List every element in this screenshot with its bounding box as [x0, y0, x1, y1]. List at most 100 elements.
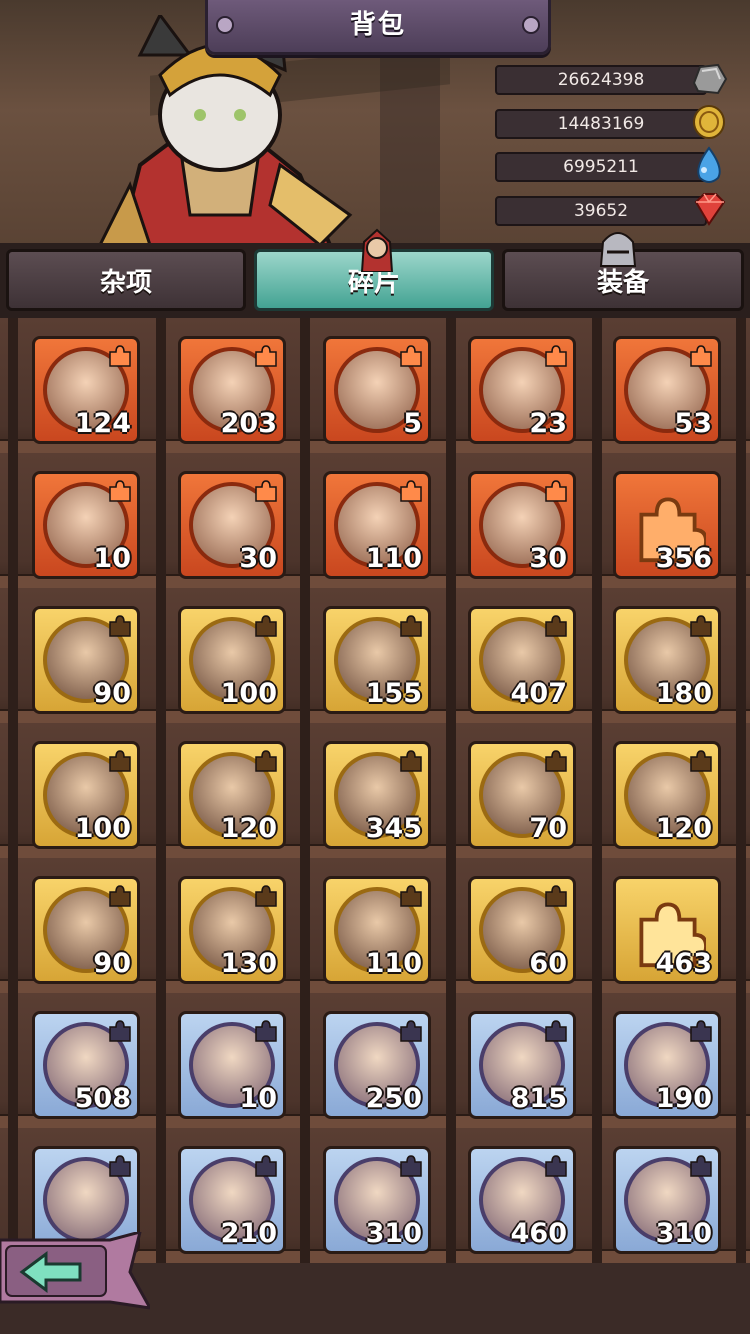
hero-fragment-slot[interactable]: 30 — [468, 471, 576, 579]
puzzle-piece-icon — [545, 1020, 567, 1042]
fragment-count: 180 — [655, 678, 712, 709]
hero-fragment-slot[interactable]: 180 — [613, 606, 721, 714]
shelf-post — [8, 453, 18, 588]
hero-fragment-icon — [360, 228, 394, 272]
shelf-post — [300, 318, 310, 453]
hero-fragment-slot[interactable]: 23 — [468, 336, 576, 444]
shelf-post — [736, 723, 746, 858]
fragment-count: 130 — [220, 948, 277, 979]
shelf-post — [8, 318, 18, 453]
fragment-count: 407 — [510, 678, 567, 709]
fragment-count: 110 — [365, 948, 422, 979]
hero-fragment-slot[interactable]: 130 — [178, 876, 286, 984]
tab-equipment[interactable]: 装备 — [502, 232, 744, 311]
banner-bolt — [522, 16, 540, 34]
shelf-post — [8, 588, 18, 723]
shelf-post — [446, 1128, 456, 1263]
fragment-count: 155 — [365, 678, 422, 709]
shelf-post — [156, 858, 166, 993]
puzzle-piece-icon — [109, 615, 131, 637]
page-title: 背包 — [349, 10, 406, 40]
hero-fragment-slot[interactable]: 345 — [323, 741, 431, 849]
fragment-count: 10 — [93, 543, 131, 574]
hero-fragment-slot[interactable]: 70 — [468, 741, 576, 849]
hero-fragment-slot[interactable]: 250 — [323, 1011, 431, 1119]
currency-value: 6995211 — [495, 152, 707, 182]
puzzle-piece-icon — [545, 885, 567, 907]
puzzle-piece-icon — [690, 345, 712, 367]
hero-fragment-slot[interactable]: 310 — [613, 1146, 721, 1254]
shelf-post — [592, 993, 602, 1128]
shelf-post — [446, 318, 456, 453]
tab-misc[interactable]: 杂项 — [6, 249, 246, 311]
fragment-count: 310 — [655, 1218, 712, 1249]
hero-fragment-slot[interactable]: 310 — [323, 1146, 431, 1254]
currency-gold: 14483169 — [495, 105, 730, 139]
fragment-grid: 124 203 5 23 53 10 30 110 30 356 90 100 155 407 180 100… — [0, 318, 750, 1334]
hero-fragment-slot[interactable]: 100 — [32, 741, 140, 849]
shelf-post — [592, 588, 602, 723]
fragment-count: 100 — [74, 813, 131, 844]
hero-fragment-slot[interactable]: 5 — [323, 336, 431, 444]
shelf-row: 124 203 5 23 53 — [0, 318, 750, 453]
hero-fragment-slot[interactable]: 60 — [468, 876, 576, 984]
hero-fragment-slot[interactable]: 815 — [468, 1011, 576, 1119]
generic-fragment-slot[interactable]: 463 — [613, 876, 721, 984]
hero-fragment-slot[interactable]: 210 — [178, 1146, 286, 1254]
hero-fragment-slot[interactable]: 30 — [178, 471, 286, 579]
shelf-post — [156, 993, 166, 1128]
shelf-post — [736, 993, 746, 1128]
fragment-count: 120 — [655, 813, 712, 844]
shelf-post — [8, 993, 18, 1128]
hero-fragment-slot[interactable]: 110 — [323, 471, 431, 579]
puzzle-piece-icon — [690, 1155, 712, 1177]
fragment-count: 310 — [365, 1218, 422, 1249]
shelf-post — [446, 723, 456, 858]
hero-fragment-slot[interactable]: 460 — [468, 1146, 576, 1254]
shelf-post — [736, 1128, 746, 1263]
hero-fragment-slot[interactable]: 120 — [613, 741, 721, 849]
shelf-post — [300, 993, 310, 1128]
shelf-row: 508 10 250 815 190 — [0, 993, 750, 1128]
generic-fragment-slot[interactable]: 356 — [613, 471, 721, 579]
back-button[interactable] — [0, 1232, 150, 1312]
fragment-count: 210 — [220, 1218, 277, 1249]
tab-fragments[interactable]: 碎片 — [254, 228, 494, 311]
hero-fragment-slot[interactable]: 100 — [178, 606, 286, 714]
puzzle-piece-icon — [400, 615, 422, 637]
puzzle-piece-icon — [255, 345, 277, 367]
puzzle-piece-icon — [545, 1155, 567, 1177]
fragment-count: 110 — [365, 543, 422, 574]
hero-fragment-slot[interactable]: 90 — [32, 606, 140, 714]
puzzle-piece-icon — [545, 750, 567, 772]
hero-fragment-slot[interactable]: 508 — [32, 1011, 140, 1119]
fragment-count: 10 — [239, 1083, 277, 1114]
fragment-count: 90 — [93, 678, 131, 709]
fragment-count: 5 — [403, 408, 422, 439]
hero-fragment-slot[interactable]: 10 — [32, 471, 140, 579]
hero-fragment-slot[interactable]: 190 — [613, 1011, 721, 1119]
tab-label: 装备 — [596, 268, 649, 298]
hero-fragment-slot[interactable]: 407 — [468, 606, 576, 714]
puzzle-piece-icon — [255, 615, 277, 637]
hero-fragment-slot[interactable]: 90 — [32, 876, 140, 984]
puzzle-piece-icon — [690, 615, 712, 637]
hero-fragment-slot[interactable]: 120 — [178, 741, 286, 849]
puzzle-piece-icon — [255, 750, 277, 772]
shelf-row: 10 30 110 30 356 — [0, 453, 750, 588]
hero-fragment-slot[interactable]: 10 — [178, 1011, 286, 1119]
hero-fragment-slot[interactable]: 53 — [613, 336, 721, 444]
shelf-row: 100 120 345 70 120 — [0, 723, 750, 858]
banner-bolt — [216, 16, 234, 34]
hero-fragment-slot[interactable]: 155 — [323, 606, 431, 714]
fragment-count: 508 — [74, 1083, 131, 1114]
shelf-post — [592, 723, 602, 858]
fragment-count: 190 — [655, 1083, 712, 1114]
currency-value: 14483169 — [495, 109, 707, 139]
fragment-count: 23 — [529, 408, 567, 439]
hero-fragment-slot[interactable]: 110 — [323, 876, 431, 984]
hero-fragment-slot[interactable]: 124 — [32, 336, 140, 444]
hero-fragment-slot[interactable]: 203 — [178, 336, 286, 444]
puzzle-piece-icon — [109, 1020, 131, 1042]
shelf-post — [156, 1128, 166, 1263]
